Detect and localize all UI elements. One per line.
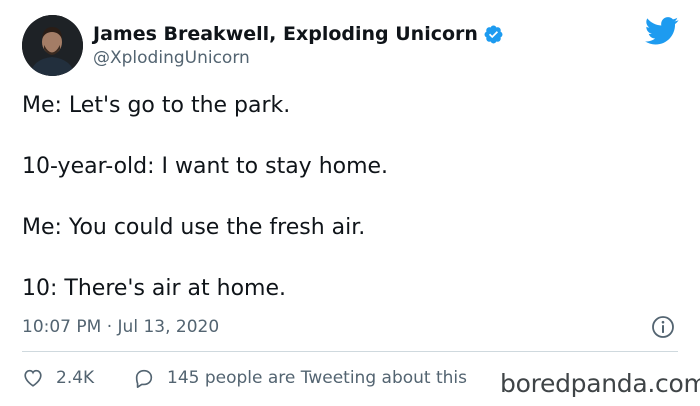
tweet-text-line: 10: There's air at home.	[22, 276, 287, 301]
like-button[interactable]: 2.4K	[22, 367, 94, 389]
reply-label: 145 people are Tweeting about this	[167, 368, 467, 388]
watermark: boredpanda.com	[500, 369, 700, 398]
tweet-text-line: 10-year-old: I want to stay home.	[22, 154, 389, 179]
tweet-text-line: Me: You could use the fresh air.	[22, 215, 366, 240]
avatar[interactable]	[22, 15, 83, 76]
like-count: 2.4K	[56, 368, 95, 388]
info-icon[interactable]	[651, 315, 675, 339]
speech-bubble-icon	[135, 369, 153, 388]
tweet-timestamp[interactable]: 10:07 PM · Jul 13, 2020	[22, 316, 219, 338]
tweet-text-line: Me: Let's go to the park.	[22, 93, 291, 118]
display-name-text[interactable]: James Breakwell, Exploding Unicorn	[93, 22, 478, 46]
twitter-bird-icon[interactable]	[645, 17, 679, 45]
display-name[interactable]: James Breakwell, Exploding Unicorn	[93, 22, 504, 46]
divider	[22, 351, 678, 352]
reply-button[interactable]: 145 people are Tweeting about this	[133, 367, 467, 389]
handle[interactable]: @XplodingUnicorn	[93, 47, 250, 69]
heart-icon	[24, 369, 42, 387]
verified-badge-icon	[484, 25, 503, 43]
